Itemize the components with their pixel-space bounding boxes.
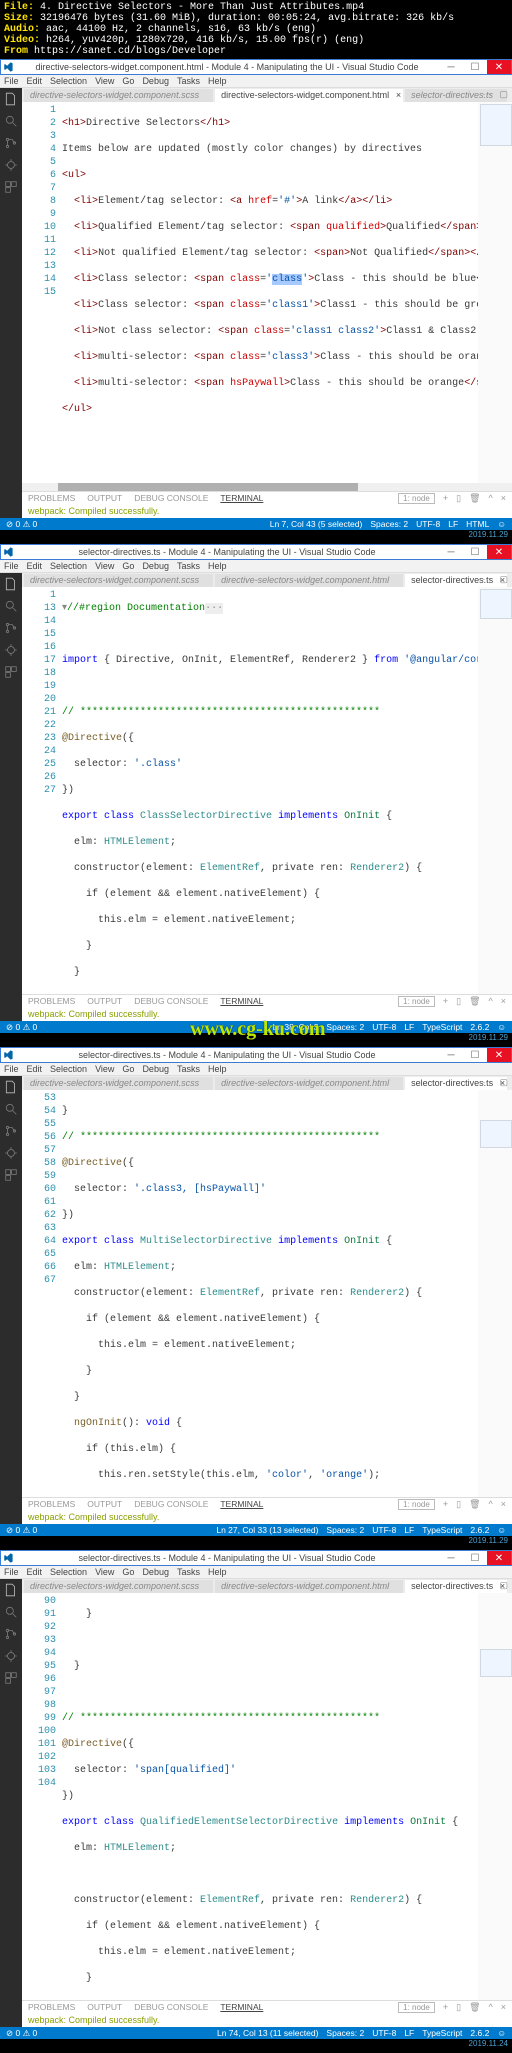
activity-bar [0, 573, 22, 1021]
extensions-icon[interactable] [4, 665, 18, 679]
panel: PROBLEMS OUTPUT DEBUG CONSOLE TERMINAL 1… [22, 491, 512, 518]
files-icon[interactable] [4, 92, 18, 106]
activity-bar [0, 88, 22, 518]
minimap[interactable] [478, 102, 512, 483]
git-icon[interactable] [4, 136, 18, 150]
menu-selection[interactable]: Selection [50, 76, 87, 86]
editor-area[interactable]: } // ***********************************… [62, 1090, 478, 1497]
media-info: File: 4. Directive Selectors - More Than… [0, 0, 512, 59]
debug-icon[interactable] [4, 1649, 18, 1663]
menu-file[interactable]: File [4, 76, 19, 86]
window-title: directive-selectors-widget.component.htm… [15, 62, 439, 72]
tab-overflow[interactable]: ··· [482, 89, 491, 100]
panel-output[interactable]: OUTPUT [87, 493, 122, 503]
files-icon[interactable] [4, 577, 18, 591]
terminal-trash[interactable]: 🗑 [469, 493, 480, 504]
menu-go[interactable]: Go [122, 76, 134, 86]
minimap[interactable] [478, 1090, 512, 1497]
window-max[interactable]: ☐ [463, 545, 487, 559]
extensions-icon[interactable] [4, 1168, 18, 1182]
titlebar[interactable]: directive-selectors-widget.component.htm… [0, 59, 512, 75]
vscode-icon [1, 60, 15, 74]
minimap[interactable] [478, 1593, 512, 2000]
menu-tasks[interactable]: Tasks [177, 76, 200, 86]
extensions-icon[interactable] [4, 180, 18, 194]
close-icon[interactable]: × [501, 493, 506, 503]
editor-area[interactable]: <h1>Directive Selectors</h1> Items below… [62, 102, 478, 483]
window-min[interactable]: ─ [439, 60, 463, 74]
menu-bar: File Edit Selection View Go Debug Tasks … [0, 75, 512, 88]
terminal-split[interactable]: ▯ [456, 493, 461, 504]
vscode-icon [1, 1048, 15, 1062]
search-icon[interactable] [4, 114, 18, 128]
terminal-add[interactable]: + [443, 493, 448, 503]
git-icon[interactable] [4, 1124, 18, 1138]
editor-area[interactable]: } } // *********************************… [62, 1593, 478, 2000]
search-icon[interactable] [4, 599, 18, 613]
terminal-output[interactable]: webpack: Compiled successfully. [22, 504, 512, 518]
menu-bar: FileEditSelectionViewGoDebugTasksHelp [0, 560, 512, 573]
vscode-icon [1, 545, 15, 559]
line-gutter: 1131415161718192021222324252627 [22, 587, 62, 994]
window-max[interactable]: ☐ [463, 60, 487, 74]
window-close[interactable]: ✕ [487, 60, 511, 74]
tab-scss[interactable]: directive-selectors-widget.component.scs… [24, 574, 213, 587]
timestamp: 2019.11.29 [469, 530, 508, 539]
debug-icon[interactable] [4, 643, 18, 657]
editor-area[interactable]: ▾//#region Documentation··· import { Dir… [62, 587, 478, 994]
tab-html[interactable]: directive-selectors-widget.component.htm… [215, 89, 403, 102]
window-min[interactable]: ─ [439, 545, 463, 559]
titlebar[interactable]: selector-directives.ts - Module 4 - Mani… [0, 544, 512, 560]
status-issues[interactable]: ⊘ 0 ⚠ 0 [6, 519, 37, 530]
window-close[interactable]: ✕ [487, 545, 511, 559]
titlebar[interactable]: selector-directives.ts - Module 4 - Mani… [0, 1047, 512, 1063]
status-bar: ⊘ 0 ⚠ 0 Ln 7, Col 43 (5 selected)Spaces:… [0, 518, 512, 530]
menu-view[interactable]: View [95, 76, 114, 86]
files-icon[interactable] [4, 1583, 18, 1597]
smile-icon[interactable]: ☺ [497, 519, 506, 529]
panel-problems[interactable]: PROBLEMS [28, 493, 75, 503]
vscode-icon [1, 1551, 15, 1565]
window-title: selector-directives.ts - Module 4 - Mani… [15, 547, 439, 557]
extensions-icon[interactable] [4, 1671, 18, 1685]
terminal-select[interactable]: 1: node [398, 493, 435, 504]
tab-html[interactable]: directive-selectors-widget.component.htm… [215, 574, 403, 587]
menu-edit[interactable]: Edit [27, 76, 43, 86]
close-icon[interactable]: × [396, 89, 401, 102]
editor-tabs: directive-selectors-widget.component.scs… [22, 573, 512, 587]
git-icon[interactable] [4, 621, 18, 635]
editor-tabs: directive-selectors-widget.component.scs… [22, 88, 512, 102]
panel-debug-console[interactable]: DEBUG CONSOLE [134, 493, 208, 503]
split-icon[interactable]: ▢ [499, 89, 508, 100]
files-icon[interactable] [4, 1080, 18, 1094]
debug-icon[interactable] [4, 1146, 18, 1160]
minimap[interactable] [478, 587, 512, 994]
h-scrollbar[interactable] [22, 483, 512, 491]
git-icon[interactable] [4, 1627, 18, 1641]
line-gutter: 123456789101112131415 [22, 102, 62, 483]
menu-debug[interactable]: Debug [142, 76, 169, 86]
debug-icon[interactable] [4, 158, 18, 172]
status-ln[interactable]: Ln 7, Col 43 (5 selected) [270, 519, 363, 529]
menu-help[interactable]: Help [208, 76, 227, 86]
status-bar: ⊘ 0 ⚠ 0 Ln 38, Col 3Spaces: 2UTF-8LFType… [0, 1021, 512, 1033]
tab-scss[interactable]: directive-selectors-widget.component.scs… [24, 89, 213, 102]
panel-terminal[interactable]: TERMINAL [220, 493, 263, 503]
search-icon[interactable] [4, 1102, 18, 1116]
titlebar[interactable]: selector-directives.ts - Module 4 - Mani… [0, 1550, 512, 1566]
chevron-up-icon[interactable]: ^ [489, 493, 493, 503]
search-icon[interactable] [4, 1605, 18, 1619]
